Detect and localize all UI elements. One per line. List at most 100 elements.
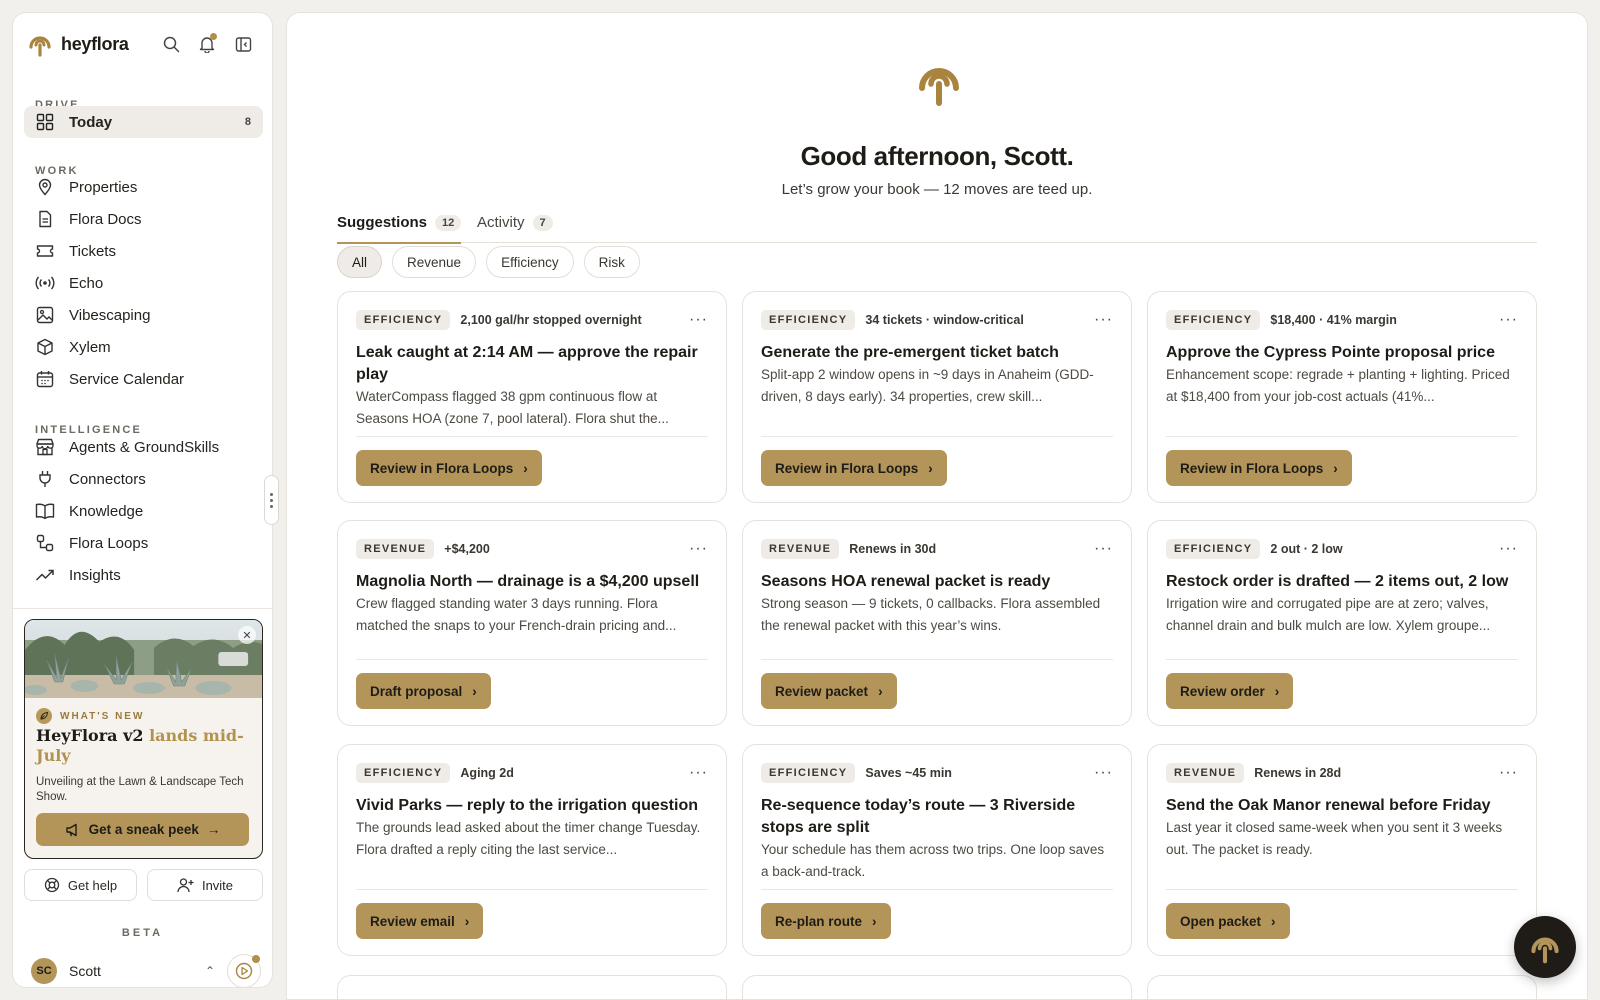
card-divider	[761, 436, 1113, 437]
promo-close-button[interactable]: ✕	[238, 626, 256, 644]
megaphone-icon	[65, 823, 77, 836]
greeting-title: Good afternoon, Scott.	[800, 141, 1074, 171]
sidebar-item-today[interactable]: Today 8	[24, 106, 263, 138]
book-icon	[35, 501, 55, 521]
sidebar-item-xylem[interactable]: Xylem	[24, 331, 263, 363]
more-options-icon[interactable]: ···	[1094, 541, 1113, 557]
tab-suggestions[interactable]: Suggestions 12	[337, 202, 462, 244]
sidebar-item-connectors[interactable]: Connectors	[24, 463, 263, 495]
chevron-right-icon: ›	[472, 683, 477, 699]
card-action-button[interactable]: Review email ›	[356, 903, 484, 939]
promo-title-main: HeyFlora v2	[36, 726, 150, 745]
promo-garden-image	[25, 620, 262, 698]
more-options-icon[interactable]: ···	[1499, 312, 1518, 328]
suggestion-card: EFFICIENCY Saves ~45 min ··· Re-sequence t…	[742, 744, 1132, 956]
card-title: Generate the pre-emergent ticket batch	[761, 344, 1059, 361]
heyflora-logo-icon[interactable]	[27, 31, 53, 57]
chevron-right-icon: ›	[928, 460, 933, 476]
card-category-tag: EFFICIENCY	[761, 763, 856, 783]
card-action-button[interactable]: Review in Flora Loops ›	[1166, 450, 1352, 486]
card-action-button[interactable]: Review packet ›	[761, 673, 897, 709]
chevron-right-icon: ›	[523, 460, 528, 476]
card-category-tag: EFFICIENCY	[356, 763, 451, 783]
filter-all[interactable]: All	[337, 246, 383, 278]
card-action-label: Review in Flora Loops	[1180, 460, 1324, 476]
card-description: Strong season — 9 tickets, 0 callbacks. …	[761, 596, 1101, 633]
sidebar-item-properties[interactable]: Properties	[24, 171, 263, 203]
play-circle-icon	[235, 962, 253, 980]
card-title: Magnolia North — drainage is a $4,200 up…	[356, 573, 700, 590]
search-button[interactable]	[160, 33, 182, 55]
play-button[interactable]	[227, 954, 261, 987]
card-meta: Aging 2d	[460, 766, 514, 780]
filter-risk[interactable]: Risk	[583, 246, 640, 278]
sidebar-item-label: Today	[69, 113, 113, 131]
sidebar-item-vibescaping[interactable]: Vibescaping	[24, 299, 263, 331]
sidebar-resize-handle[interactable]	[264, 475, 279, 525]
sidebar-item-knowledge[interactable]: Knowledge	[24, 495, 263, 527]
filter-revenue[interactable]: Revenue	[392, 246, 477, 278]
greeting-subtitle: Let’s grow your book — 12 moves are teed…	[781, 181, 1093, 198]
more-options-icon[interactable]: ···	[1094, 312, 1113, 328]
card-action-button[interactable]: Review in Flora Loops ›	[356, 450, 542, 486]
more-options-icon[interactable]: ···	[1094, 765, 1113, 781]
chevron-up-icon[interactable]: ⌃	[205, 964, 215, 978]
sidebar-item-tickets[interactable]: Tickets	[24, 235, 263, 267]
card-action-button[interactable]: Review in Flora Loops ›	[761, 450, 947, 486]
sneak-peek-button[interactable]: Get a sneak peek →	[36, 813, 249, 846]
brand-tools	[160, 33, 258, 55]
sneak-peek-label: Get a sneak peek	[88, 822, 199, 837]
more-options-icon[interactable]: ···	[1499, 765, 1518, 781]
user-name: Scott	[69, 963, 101, 979]
sidebar-item-agents[interactable]: Agents & GroundSkills	[24, 431, 263, 463]
more-options-icon[interactable]: ···	[689, 765, 708, 781]
card-action-button[interactable]: Open packet ›	[1166, 903, 1290, 939]
user-menu[interactable]: SC Scott ⌃	[31, 954, 261, 987]
suggestion-card: REVENUE Renews in 28d ··· Send the Oak Man…	[1147, 744, 1537, 956]
broadcast-icon	[35, 273, 55, 293]
more-options-icon[interactable]: ···	[1499, 541, 1518, 557]
today-count-badge: 8	[244, 116, 251, 128]
image-icon	[35, 305, 55, 325]
tab-activity[interactable]: Activity 7	[477, 202, 553, 243]
tab-label: Activity	[477, 214, 525, 231]
sidebar-item-flora-docs[interactable]: Flora Docs	[24, 203, 263, 235]
suggestion-card-partial	[742, 975, 1132, 999]
sidebar-panel-icon	[235, 36, 251, 52]
card-category-tag: EFFICIENCY	[356, 310, 451, 330]
sidebar-item-label: Tickets	[69, 242, 116, 260]
card-description: Irrigation wire and corrugated pipe are …	[1166, 596, 1491, 633]
card-description: Last year it closed same-week when you s…	[1166, 820, 1503, 857]
whats-new-card: ✕ WHAT'S NEW HeyFlora v2 lands mid-July …	[24, 619, 263, 859]
sidebar-item-insights[interactable]: Insights	[24, 559, 263, 591]
card-description: Crew flagged standing water 3 days runni…	[356, 596, 677, 633]
promo-description: Unveiling at the Lawn & Landscape Tech S…	[36, 776, 244, 803]
box-icon	[35, 337, 55, 357]
sidebar-item-service-calendar[interactable]: Service Calendar	[24, 363, 263, 395]
collapse-sidebar-button[interactable]	[232, 33, 254, 55]
tab-bar: Suggestions 12 Activity 7	[337, 202, 1537, 244]
notifications-button[interactable]	[196, 33, 218, 55]
sidebar-item-flora-loops[interactable]: Flora Loops	[24, 527, 263, 559]
card-meta: 2,100 gal/hr stopped overnight	[460, 313, 642, 327]
avatar: SC	[31, 958, 57, 984]
suggestion-card: REVENUE Renews in 30d ··· Seasons HOA rene…	[742, 520, 1132, 726]
close-icon: ✕	[242, 629, 252, 642]
card-category-tag: EFFICIENCY	[1166, 539, 1261, 559]
card-action-button[interactable]: Re-plan route ›	[761, 903, 891, 939]
sidebar-item-label: Echo	[69, 274, 104, 292]
flora-assistant-button[interactable]	[1514, 916, 1576, 978]
invite-button[interactable]: Invite	[147, 869, 263, 901]
card-action-button[interactable]: Review order ›	[1166, 673, 1294, 709]
more-options-icon[interactable]: ···	[689, 541, 708, 557]
get-help-button[interactable]: Get help	[24, 869, 137, 901]
more-options-icon[interactable]: ···	[689, 312, 708, 328]
card-divider	[1166, 659, 1518, 660]
tab-count: 7	[532, 214, 553, 231]
sidebar-item-echo[interactable]: Echo	[24, 267, 263, 299]
card-action-label: Review in Flora Loops	[775, 460, 919, 476]
sidebar-item-label: Connectors	[69, 470, 146, 488]
card-meta: +$4,200	[444, 542, 490, 556]
card-action-button[interactable]: Draft proposal ›	[356, 673, 491, 709]
filter-efficiency[interactable]: Efficiency	[486, 246, 574, 278]
